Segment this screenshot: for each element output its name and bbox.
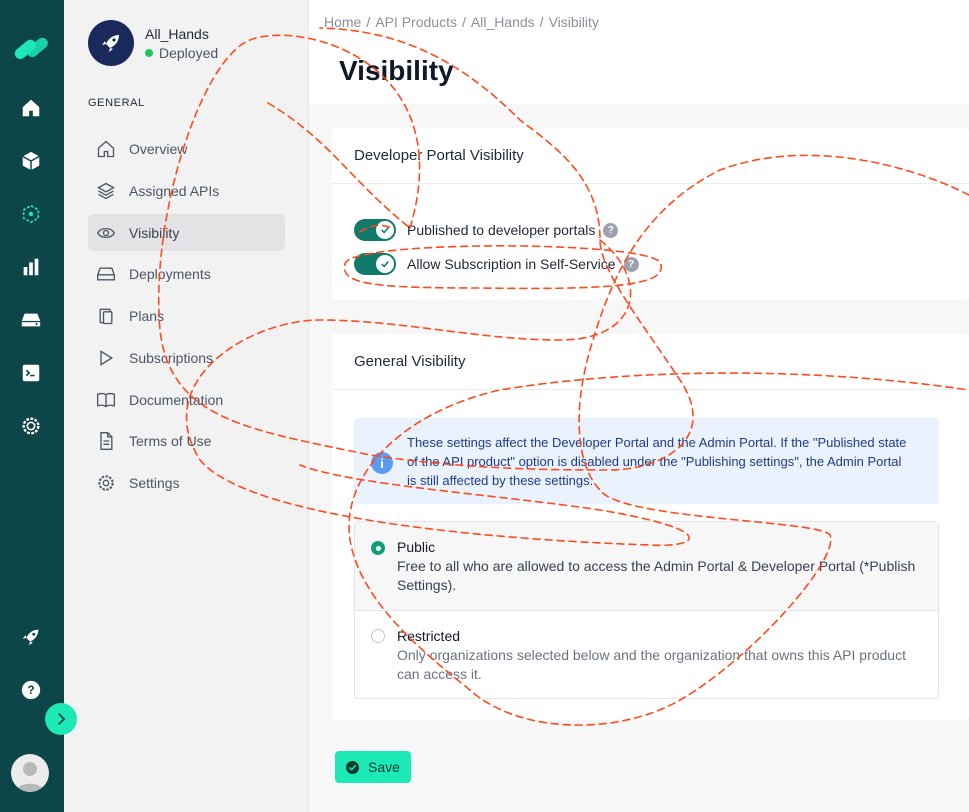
radio-option-public[interactable]: Public Free to all who are allowed to ac… bbox=[355, 522, 938, 611]
cube-icon[interactable] bbox=[17, 147, 45, 175]
info-banner: i These settings affect the Developer Po… bbox=[354, 418, 939, 504]
toggle-label: Published to developer portals bbox=[407, 222, 596, 238]
sidebar-item-label: Deployments bbox=[129, 265, 211, 282]
sidebar-item-label: Plans bbox=[129, 307, 165, 324]
option-description: Only organizations selected below and th… bbox=[397, 647, 906, 682]
clipboard-icon bbox=[95, 305, 117, 327]
document-icon bbox=[95, 430, 117, 452]
sidebar-item-plans[interactable]: Plans bbox=[88, 297, 285, 334]
sidebar-item-visibility[interactable]: Visibility bbox=[88, 214, 285, 251]
breadcrumb-current: Visibility bbox=[548, 14, 599, 30]
book-icon bbox=[95, 389, 117, 411]
help-icon[interactable]: ? bbox=[17, 676, 45, 704]
self-service-toggle[interactable] bbox=[354, 253, 396, 275]
status-label: Deployed bbox=[159, 45, 219, 61]
analytics-icon[interactable] bbox=[17, 253, 45, 281]
breadcrumb-api-products[interactable]: API Products bbox=[375, 14, 457, 30]
play-icon bbox=[95, 347, 117, 369]
developer-portal-visibility-card: Developer Portal Visibility Published to… bbox=[332, 128, 969, 300]
server-icon[interactable] bbox=[17, 306, 45, 334]
page-title: Visibility bbox=[339, 55, 454, 86]
sidebar-item-label: Subscriptions bbox=[129, 349, 214, 366]
layers-icon bbox=[95, 180, 117, 202]
sidebar-item-label: Assigned APIs bbox=[129, 182, 220, 199]
user-avatar-icon[interactable] bbox=[11, 754, 49, 792]
chevron-right-icon[interactable] bbox=[45, 703, 77, 735]
product-name: All_Hands bbox=[145, 26, 209, 42]
radio-option-restricted[interactable]: Restricted Only organizations selected b… bbox=[355, 611, 938, 699]
general-visibility-card: General Visibility i These settings affe… bbox=[332, 334, 969, 720]
sidebar-item-subscriptions[interactable]: Subscriptions bbox=[88, 339, 285, 376]
app-rail: ? bbox=[0, 0, 64, 812]
sidebar-item-terms-of-use[interactable]: Terms of Use bbox=[88, 422, 285, 459]
breadcrumb-home[interactable]: Home bbox=[324, 14, 361, 30]
product-logo bbox=[88, 20, 134, 66]
option-title: Public bbox=[397, 539, 436, 555]
settings-gear-icon[interactable] bbox=[17, 412, 45, 440]
sidebar-item-label: Terms of Use bbox=[129, 432, 212, 449]
save-label: Save bbox=[368, 759, 400, 775]
sidebar-item-label: Visibility bbox=[129, 224, 180, 241]
help-icon[interactable]: ? bbox=[603, 222, 619, 238]
card-title: General Visibility bbox=[332, 334, 969, 390]
toggle-row-self-service: Allow Subscription in Self-Service ? bbox=[354, 253, 639, 275]
radio-public[interactable] bbox=[371, 541, 385, 555]
main-content: Home / API Products / All_Hands / Visibility V… bbox=[309, 0, 969, 812]
visibility-radio-group: Public Free to all who are allowed to ac… bbox=[354, 521, 939, 699]
toggle-label: Allow Subscription in Self-Service bbox=[407, 256, 616, 272]
info-text: These settings affect the Developer Port… bbox=[407, 435, 907, 488]
svg-text:?: ? bbox=[27, 683, 34, 697]
published-toggle[interactable] bbox=[354, 219, 396, 241]
sidebar-item-label: Settings bbox=[129, 474, 180, 491]
status-dot bbox=[145, 49, 153, 57]
radio-restricted[interactable] bbox=[371, 629, 385, 643]
breadcrumb: Home / API Products / All_Hands / Visibility bbox=[324, 14, 599, 30]
check-circle-icon bbox=[346, 760, 360, 774]
option-title: Restricted bbox=[397, 628, 461, 644]
rocket-icon[interactable] bbox=[17, 623, 45, 651]
save-button[interactable]: Save bbox=[335, 751, 411, 783]
breadcrumb-product[interactable]: All_Hands bbox=[471, 14, 535, 30]
product-sidebar: All_Hands Deployed GENERAL Overview Assi… bbox=[64, 0, 309, 812]
product-status: Deployed bbox=[145, 45, 218, 61]
section-label: GENERAL bbox=[88, 97, 145, 109]
sidebar-item-label: Overview bbox=[129, 140, 188, 157]
drive-icon bbox=[95, 263, 117, 285]
eye-icon bbox=[95, 222, 117, 244]
terminal-icon[interactable] bbox=[17, 359, 45, 387]
home-icon[interactable] bbox=[17, 94, 45, 122]
home-outline-icon bbox=[95, 138, 117, 160]
rocket-logo-icon bbox=[102, 35, 119, 52]
card-title: Developer Portal Visibility bbox=[332, 128, 969, 184]
sidebar-item-deployments[interactable]: Deployments bbox=[88, 255, 285, 292]
sidebar-item-label: Documentation bbox=[129, 391, 224, 408]
brand-logo-icon[interactable] bbox=[11, 32, 51, 64]
sidebar-item-assigned-apis[interactable]: Assigned APIs bbox=[88, 172, 285, 209]
gear-icon bbox=[95, 472, 117, 494]
sidebar-item-settings[interactable]: Settings bbox=[88, 464, 285, 501]
api-product-icon[interactable] bbox=[17, 200, 45, 228]
page-header: Home / API Products / All_Hands / Visibility V… bbox=[309, 0, 969, 104]
help-icon[interactable]: ? bbox=[623, 256, 639, 272]
sidebar-item-overview[interactable]: Overview bbox=[88, 130, 285, 167]
toggle-row-published: Published to developer portals ? bbox=[354, 219, 619, 241]
sidebar-item-documentation[interactable]: Documentation bbox=[88, 381, 285, 418]
info-icon: i bbox=[371, 452, 393, 474]
option-description: Free to all who are allowed to access th… bbox=[397, 558, 916, 593]
